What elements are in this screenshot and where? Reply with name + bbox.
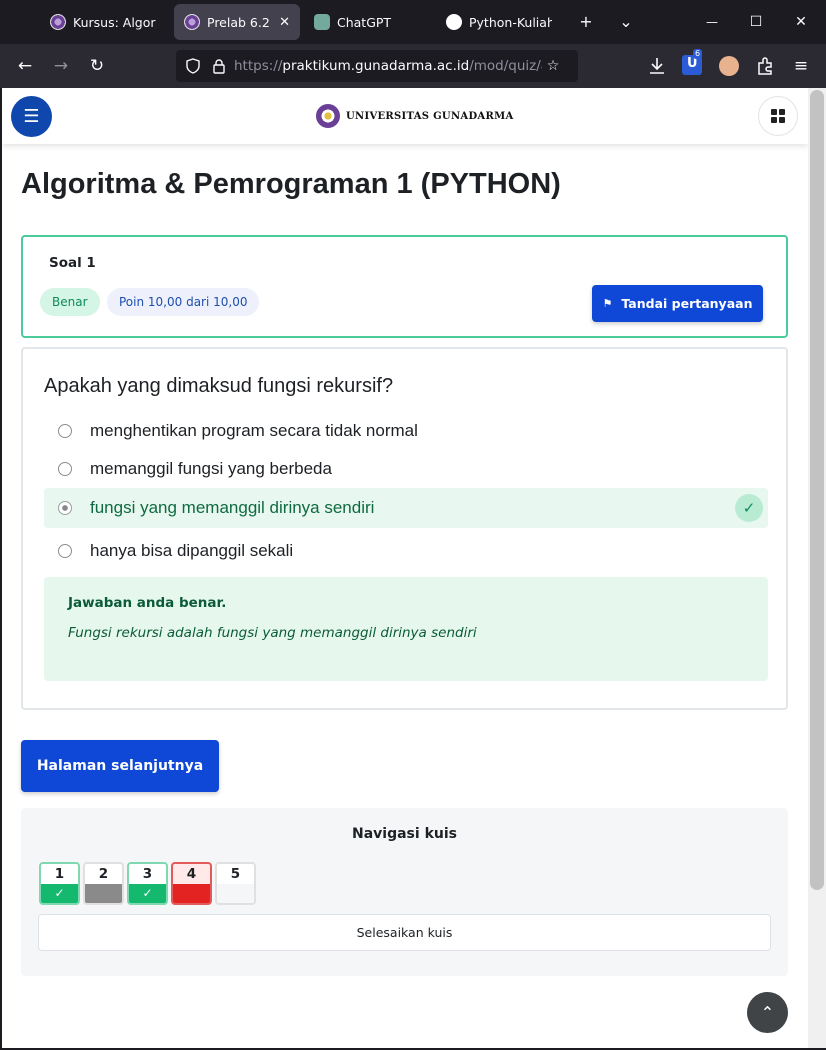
lock-icon[interactable] bbox=[212, 58, 226, 74]
tab-prelab[interactable]: Prelab 6.2 Rek ✕ bbox=[174, 4, 300, 40]
shield-icon[interactable] bbox=[186, 58, 200, 74]
github-icon bbox=[446, 14, 462, 30]
quiz-nav-button-4[interactable]: 4 bbox=[171, 862, 212, 905]
back-button[interactable]: ← bbox=[13, 54, 37, 78]
option-text: hanya bisa dipanggil sekali bbox=[90, 541, 294, 560]
quiz-nav-button-3[interactable]: 3 ✓ bbox=[127, 862, 168, 905]
answer-option-selected[interactable]: fungsi yang memanggil dirinya sendiri ✓ bbox=[44, 488, 768, 528]
answer-option[interactable]: menghentikan program secara tidak normal bbox=[44, 411, 768, 451]
ug-seal-icon bbox=[184, 14, 200, 30]
forward-button[interactable]: → bbox=[49, 54, 73, 78]
check-icon: ✓ bbox=[41, 884, 78, 903]
browser-nav-bar: ← → ↻ https://praktikum.gunadarma.ac.id/… bbox=[0, 44, 826, 88]
university-seal-icon bbox=[316, 104, 340, 128]
site-header: ☰ UNIVERSITAS GUNADARMA bbox=[2, 88, 808, 144]
points-badge: Poin 10,00 dari 10,00 bbox=[107, 288, 260, 316]
close-window-button[interactable]: ✕ bbox=[789, 10, 813, 34]
browser-tab-bar: Kursus: Algoritma Prelab 6.2 Rek ✕ ChatG… bbox=[0, 0, 826, 44]
option-text: memanggil fungsi yang berbeda bbox=[90, 459, 332, 478]
correct-check-icon: ✓ bbox=[735, 494, 763, 522]
maximize-button[interactable]: ☐ bbox=[744, 10, 768, 34]
quiz-nav-state bbox=[85, 884, 122, 903]
hamburger-menu-icon[interactable]: ≡ bbox=[789, 54, 813, 78]
address-bar[interactable]: https://praktikum.gunadarma.ac.id/mod/qu… bbox=[176, 50, 578, 82]
chevron-up-icon: ⌃ bbox=[760, 1003, 775, 1022]
finish-attempt-button[interactable]: Selesaikan kuis bbox=[38, 914, 771, 951]
university-logo[interactable]: UNIVERSITAS GUNADARMA bbox=[316, 104, 514, 128]
tab-list-button[interactable]: ⌄ bbox=[614, 10, 638, 34]
reload-button[interactable]: ↻ bbox=[85, 54, 109, 78]
quiz-nav-number: 5 bbox=[230, 866, 241, 882]
radio-button[interactable] bbox=[58, 544, 72, 558]
answer-option[interactable]: memanggil fungsi yang berbeda bbox=[44, 449, 768, 489]
radio-button[interactable] bbox=[58, 462, 72, 476]
drawer-menu-button[interactable]: ☰ bbox=[11, 96, 52, 137]
feedback-box: Jawaban anda benar. Fungsi rekursi adala… bbox=[44, 577, 768, 681]
ug-seal-icon bbox=[50, 14, 66, 30]
url-prefix: https:// bbox=[234, 58, 283, 74]
page-viewport: ☰ UNIVERSITAS GUNADARMA Algoritma & Pemr… bbox=[2, 88, 808, 1048]
answer-option[interactable]: hanya bisa dipanggil sekali bbox=[44, 531, 768, 571]
back-to-top-button[interactable]: ⌃ bbox=[747, 992, 788, 1033]
tab-github[interactable]: Python-Kuliah/A bbox=[436, 4, 562, 40]
question-text: Apakah yang dimaksud fungsi rekursif? bbox=[44, 375, 394, 397]
quiz-nav-number: 2 bbox=[98, 866, 109, 882]
flag-icon: ⚑ bbox=[602, 297, 613, 310]
menu-icon: ☰ bbox=[23, 106, 40, 127]
chatgpt-icon bbox=[314, 14, 330, 30]
extensions-puzzle-icon[interactable] bbox=[754, 54, 778, 78]
quiz-nav-state bbox=[173, 884, 210, 903]
quiz-nav-number: 1 bbox=[54, 866, 65, 882]
logo-text: UNIVERSITAS GUNADARMA bbox=[346, 110, 514, 122]
quiz-nav-number: 3 bbox=[142, 866, 153, 882]
tab-title: Prelab 6.2 Rek bbox=[207, 14, 273, 30]
feedback-text: Fungsi rekursi adalah fungsi yang memang… bbox=[68, 625, 477, 641]
feedback-title: Jawaban anda benar. bbox=[68, 595, 227, 611]
grid-icon bbox=[771, 109, 785, 123]
extension-face-icon[interactable] bbox=[719, 56, 739, 76]
quiz-nav-button-1[interactable]: 1 ✓ bbox=[39, 862, 80, 905]
url-text[interactable]: https://praktikum.gunadarma.ac.id/mod/qu… bbox=[234, 58, 542, 74]
quiz-nav-state bbox=[217, 884, 254, 903]
page-title: Algoritma & Pemrograman 1 (PYTHON) bbox=[21, 168, 561, 200]
tab-title: ChatGPT bbox=[337, 14, 392, 30]
radio-button-checked[interactable] bbox=[58, 501, 72, 515]
close-icon[interactable]: ✕ bbox=[279, 15, 290, 30]
tab-title: Python-Kuliah/A bbox=[469, 14, 552, 30]
url-path: /mod/quiz/attem bbox=[469, 58, 542, 74]
url-host: praktikum.gunadarma.ac.id bbox=[282, 58, 470, 74]
quiz-nav-title: Navigasi kuis bbox=[352, 826, 457, 842]
question-info-card: Soal 1 Benar Poin 10,00 dari 10,00 ⚑ Tan… bbox=[21, 235, 788, 338]
download-icon[interactable] bbox=[645, 54, 669, 78]
flag-button-label: Tandai pertanyaan bbox=[621, 296, 753, 311]
new-tab-button[interactable]: + bbox=[574, 10, 598, 34]
tab-kursus[interactable]: Kursus: Algoritma bbox=[40, 4, 166, 40]
status-badge: Benar bbox=[40, 288, 100, 316]
tab-chatgpt[interactable]: ChatGPT bbox=[304, 4, 430, 40]
scrollbar-thumb[interactable] bbox=[810, 90, 824, 890]
quiz-navigation: Navigasi kuis 1 ✓ 2 3 ✓ 4 5 Selesaikan k… bbox=[21, 808, 788, 976]
star-icon[interactable]: ☆ bbox=[542, 58, 564, 74]
blocks-drawer-button[interactable] bbox=[758, 96, 798, 136]
question-card: Apakah yang dimaksud fungsi rekursif? me… bbox=[21, 347, 788, 710]
question-number: Soal 1 bbox=[49, 255, 96, 271]
quiz-nav-number: 4 bbox=[186, 866, 197, 882]
radio-button[interactable] bbox=[58, 424, 72, 438]
extension-badge: 6 bbox=[693, 49, 703, 59]
flag-question-button[interactable]: ⚑ Tandai pertanyaan bbox=[592, 285, 763, 322]
page-scrollbar[interactable] bbox=[808, 88, 826, 1048]
quiz-nav-button-5[interactable]: 5 bbox=[215, 862, 256, 905]
check-icon: ✓ bbox=[129, 884, 166, 903]
extension-u-icon[interactable]: U 6 bbox=[682, 49, 703, 75]
option-text: menghentikan program secara tidak normal bbox=[90, 421, 418, 440]
minimize-button[interactable]: — bbox=[700, 10, 724, 34]
tab-title: Kursus: Algoritma bbox=[73, 14, 156, 30]
quiz-nav-button-2[interactable]: 2 bbox=[83, 862, 124, 905]
option-text: fungsi yang memanggil dirinya sendiri bbox=[90, 498, 375, 517]
next-page-button[interactable]: Halaman selanjutnya bbox=[21, 740, 219, 792]
